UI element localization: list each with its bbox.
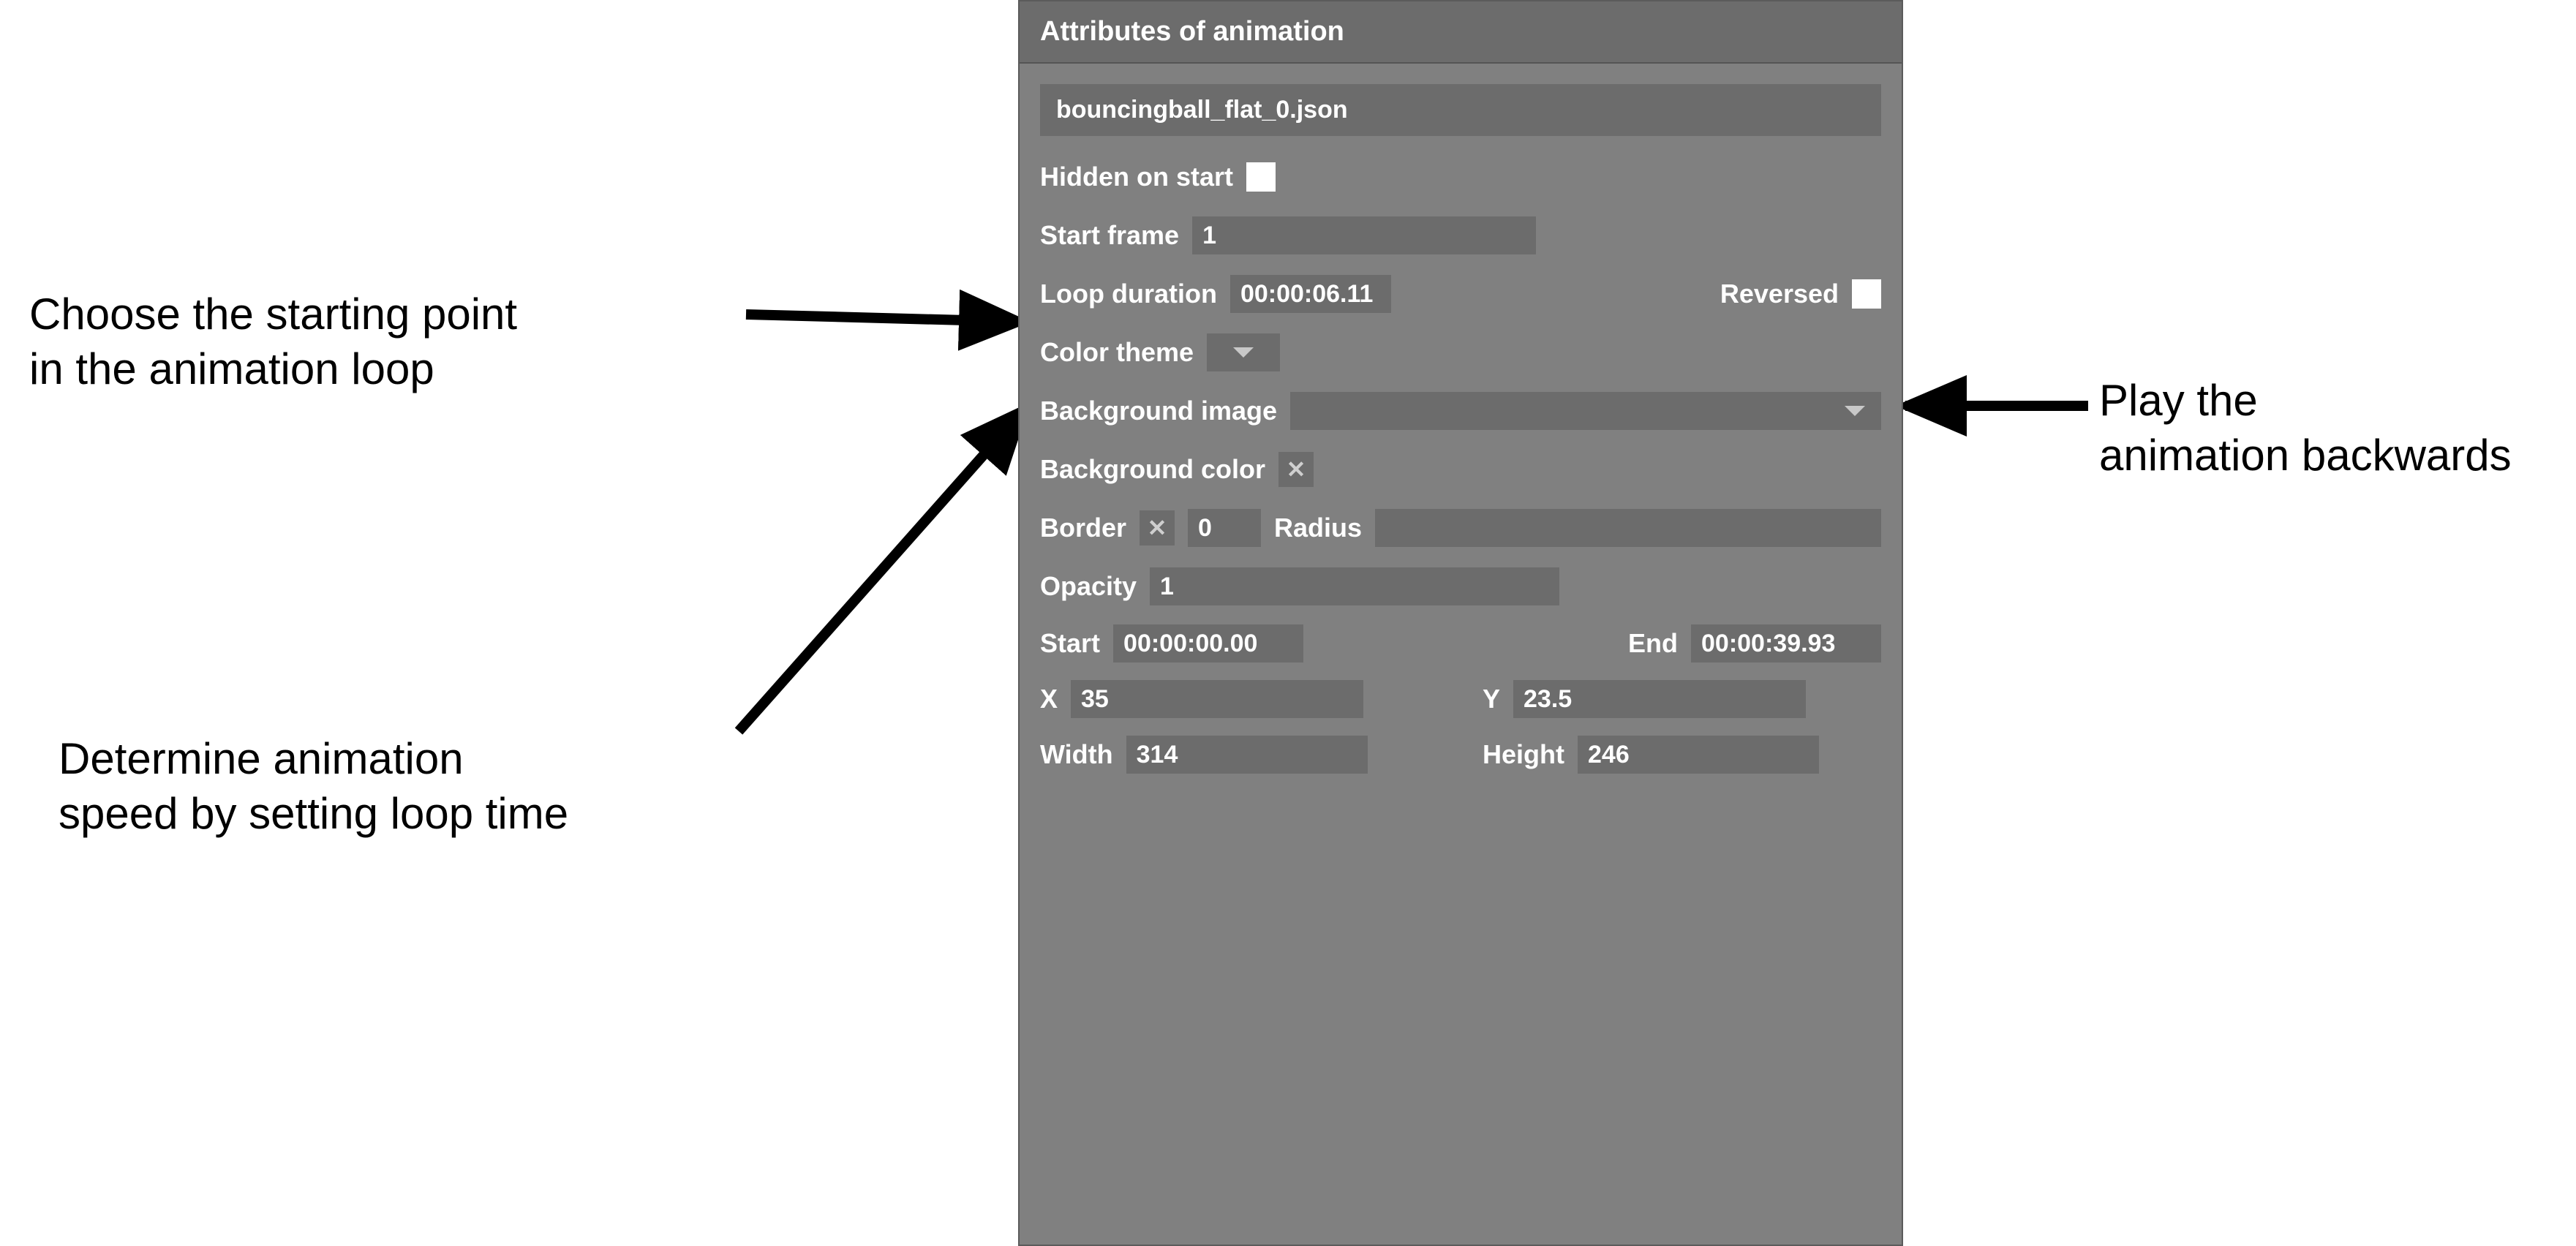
x-label: X [1040,684,1058,714]
border-label: Border [1040,513,1126,543]
width-input[interactable]: 314 [1126,736,1368,774]
panel-title: Attributes of animation [1020,1,1902,64]
border-input[interactable]: 0 [1188,509,1261,547]
row-start-frame: Start frame 1 [1040,215,1881,256]
y-label: Y [1483,684,1500,714]
annotation-loop-duration: Determine animationspeed by setting loop… [59,731,568,841]
chevron-down-icon [1845,406,1865,416]
row-opacity: Opacity 1 [1040,566,1881,607]
start-input[interactable]: 00:00:00.00 [1113,624,1303,662]
row-border-radius: Border ✕ 0 Radius [1040,507,1881,548]
width-label: Width [1040,739,1113,770]
height-label: Height [1483,739,1564,770]
background-color-clear-button[interactable]: ✕ [1278,452,1314,487]
row-loop-duration: Loop duration 00:00:06.11 Reversed [1040,273,1881,314]
row-color-theme: Color theme [1040,332,1881,373]
height-input[interactable]: 246 [1578,736,1819,774]
end-input[interactable]: 00:00:39.93 [1691,624,1881,662]
color-theme-label: Color theme [1040,337,1194,368]
opacity-input[interactable]: 1 [1150,567,1559,605]
annotation-start-frame: Choose the starting pointin the animatio… [29,287,517,396]
annotation-reversed: Play theanimation backwards [2099,373,2512,483]
radius-label: Radius [1274,513,1362,543]
attributes-panel: Attributes of animation bouncingball_fla… [1018,0,1903,1246]
hidden-on-start-label: Hidden on start [1040,162,1233,192]
row-background-image: Background image [1040,390,1881,431]
loop-duration-label: Loop duration [1040,279,1217,309]
row-hidden-on-start: Hidden on start [1040,156,1881,197]
radius-input[interactable] [1375,509,1881,547]
row-start-end: Start 00:00:00.00 End 00:00:39.93 [1040,624,1881,662]
reversed-label: Reversed [1720,279,1839,309]
color-theme-dropdown[interactable] [1207,333,1280,371]
start-label: Start [1040,628,1100,659]
close-icon: ✕ [1148,514,1167,542]
start-frame-input[interactable]: 1 [1192,216,1536,254]
close-icon: ✕ [1287,456,1306,483]
background-image-dropdown[interactable] [1290,392,1881,430]
row-width-height: Width 314 Height 246 [1040,736,1881,774]
background-image-label: Background image [1040,396,1277,426]
hidden-on-start-checkbox[interactable] [1246,162,1276,192]
background-color-label: Background color [1040,454,1265,485]
annotation-start-frame-text: Choose the starting pointin the animatio… [29,290,517,393]
y-input[interactable]: 23.5 [1513,680,1806,718]
loop-duration-input[interactable]: 00:00:06.11 [1230,275,1391,313]
opacity-label: Opacity [1040,571,1137,602]
row-background-color: Background color ✕ [1040,449,1881,490]
row-x-y: X 35 Y 23.5 [1040,680,1881,718]
chevron-down-icon [1233,347,1254,358]
x-input[interactable]: 35 [1071,680,1363,718]
annotation-loop-duration-text: Determine animationspeed by setting loop… [59,734,568,838]
annotation-reversed-text: Play theanimation backwards [2099,376,2512,480]
border-clear-button[interactable]: ✕ [1140,510,1175,545]
end-label: End [1628,628,1678,659]
panel-body: bouncingball_flat_0.json Hidden on start… [1020,64,1902,774]
filename-field[interactable]: bouncingball_flat_0.json [1040,84,1881,136]
start-frame-label: Start frame [1040,220,1179,251]
reversed-checkbox[interactable] [1852,279,1881,309]
